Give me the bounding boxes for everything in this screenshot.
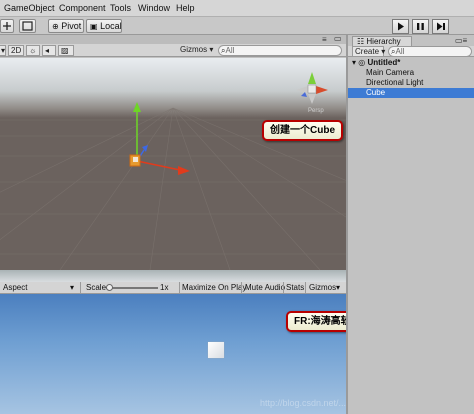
play-button[interactable] xyxy=(392,19,409,34)
pause-button[interactable] xyxy=(412,19,429,34)
annotation-create-cube: 创建一个Cube xyxy=(262,120,343,141)
hierarchy-item-label: Directional Light xyxy=(366,78,424,87)
hierarchy-tab[interactable]: ☷ Hierarchy xyxy=(352,36,412,46)
hierarchy-item-label: Main Camera xyxy=(366,68,415,77)
menu-window[interactable]: Window xyxy=(138,3,170,13)
scene-toolbar: ▾ 2D ☼ ◂ ▨ Gizmos ▾ ⌕All xyxy=(0,44,346,57)
scale-tool-button[interactable] xyxy=(0,19,14,33)
persp-label[interactable]: Persp xyxy=(308,108,324,114)
step-button[interactable] xyxy=(432,19,449,34)
scene-view[interactable]: Persp xyxy=(0,58,346,270)
scene-orientation-gizmo[interactable] xyxy=(292,68,332,108)
panel-lock-icon[interactable]: ▭ xyxy=(334,34,342,43)
pivot-icon: ⊕ xyxy=(52,22,59,31)
panel-menu-icon[interactable]: ≡ xyxy=(322,35,327,44)
menu-tools[interactable]: Tools xyxy=(110,3,131,13)
hierarchy-item[interactable]: Main Camera xyxy=(348,68,474,78)
scale-label: Scale xyxy=(86,283,107,292)
toolbar-divider xyxy=(283,282,284,294)
mute-audio-toggle[interactable]: Mute Audio xyxy=(245,283,285,293)
hierarchy-item[interactable]: Cube xyxy=(348,88,474,98)
game-gizmos-dropdown[interactable]: Gizmos xyxy=(309,283,336,293)
audio-toggle[interactable]: ◂ xyxy=(42,45,56,56)
menu-help[interactable]: Help xyxy=(176,3,195,13)
toolbar-divider xyxy=(80,282,81,294)
rect-tool-icon xyxy=(22,21,33,31)
menu-component[interactable]: Component xyxy=(59,3,106,13)
speaker-icon: ◂ xyxy=(45,46,50,55)
scene-search-placeholder: All xyxy=(225,46,235,55)
pause-icon xyxy=(417,23,424,30)
sun-icon: ☼ xyxy=(29,46,37,55)
create-dropdown[interactable]: Create ▾ xyxy=(352,46,385,57)
hierarchy-toolbar: Create ▾ ⌕All xyxy=(348,46,474,57)
hierarchy-tab-label: Hierarchy xyxy=(366,37,401,46)
game-gizmos-chevron-icon[interactable]: ▾ xyxy=(336,283,340,293)
hierarchy-menu-icon[interactable]: ▭≡ xyxy=(455,36,467,45)
hierarchy-search-input[interactable]: ⌕All xyxy=(388,46,472,57)
hierarchy-icon: ☷ xyxy=(357,37,365,46)
2d-toggle[interactable]: 2D xyxy=(8,45,24,56)
pivot-toggle[interactable]: ⊕ Pivot xyxy=(48,19,84,33)
scale-slider-track[interactable] xyxy=(106,287,158,289)
unity-scene-icon: ◎ xyxy=(358,58,366,67)
toolbar-divider xyxy=(305,282,306,294)
toolbar-divider xyxy=(179,282,180,294)
hierarchy-search-placeholder: All xyxy=(395,47,405,56)
aspect-chevron-icon[interactable]: ▾ xyxy=(70,283,74,293)
local-toggle[interactable]: ▣ Local xyxy=(86,19,122,33)
menu-gameobject[interactable]: GameObject xyxy=(4,3,55,13)
step-icon xyxy=(437,22,445,31)
create-label: Create xyxy=(355,47,380,56)
effects-dropdown[interactable]: ▨ xyxy=(58,45,74,56)
expand-arrow-icon[interactable]: ▾ xyxy=(348,58,356,67)
menu-bar: GameObject Component Tools Window Help xyxy=(0,0,474,17)
game-toolbar: Aspect ▾ Scale 1x Maximize On Play Mute … xyxy=(0,282,346,294)
scene-bottom-strip xyxy=(0,270,346,282)
gizmos-label: Gizmos xyxy=(180,45,208,54)
hierarchy-item-label: Cube xyxy=(366,88,386,97)
lighting-toggle[interactable]: ☼ xyxy=(26,45,40,56)
scale-slider-thumb[interactable] xyxy=(106,284,113,291)
local-icon: ▣ xyxy=(90,22,98,31)
hierarchy-item[interactable]: Directional Light xyxy=(348,78,474,88)
aspect-dropdown[interactable]: Aspect xyxy=(3,283,27,293)
image-icon: ▨ xyxy=(61,46,69,55)
scene-name: Untitled* xyxy=(367,58,401,67)
transform-tool-button[interactable] xyxy=(19,19,36,33)
pivot-label: Pivot xyxy=(61,21,82,31)
maximize-on-play-toggle[interactable]: Maximize On Play xyxy=(182,283,246,293)
watermark: http://blog.csdn.net/... xyxy=(260,398,347,408)
play-icon xyxy=(398,22,404,31)
shading-mode-dropdown[interactable]: ▾ xyxy=(0,45,6,56)
local-label: Local xyxy=(100,21,122,31)
scale-tool-icon xyxy=(3,22,11,30)
toolbar-divider xyxy=(241,282,242,294)
cube-render xyxy=(208,342,224,358)
main-toolbar: ⊕ Pivot ▣ Local xyxy=(0,17,474,35)
stats-toggle[interactable]: Stats xyxy=(286,283,304,293)
move-gizmo[interactable] xyxy=(110,98,200,188)
scene-root-row[interactable]: ▾ ◎ Untitled* xyxy=(348,58,474,68)
scene-search-input[interactable]: ⌕All xyxy=(218,45,342,56)
scale-value: 1x xyxy=(160,283,169,292)
gizmos-dropdown[interactable]: Gizmos ▾ xyxy=(178,45,218,56)
